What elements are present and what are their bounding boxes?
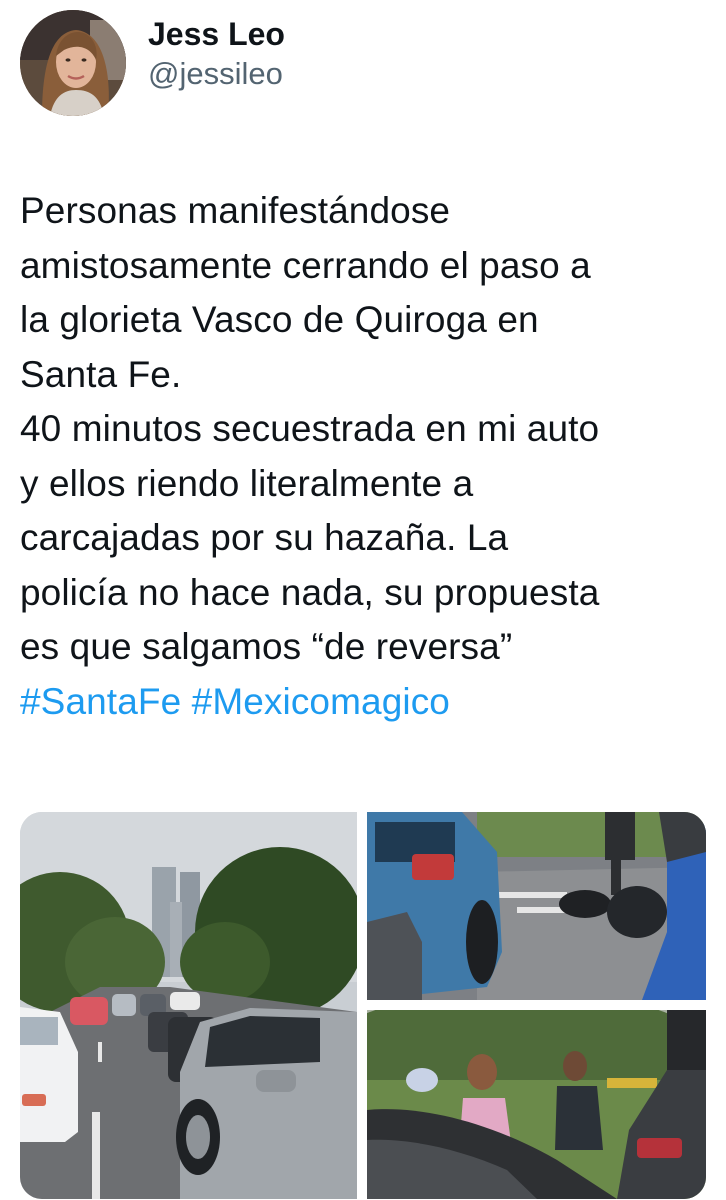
user-names: Jess Leo @jessileo — [148, 14, 285, 94]
traffic-jam-photo-icon — [20, 812, 357, 1199]
tweet-text: Personas manifestándose amistosamente ce… — [20, 184, 710, 729]
display-name[interactable]: Jess Leo — [148, 14, 285, 54]
tweet-line: carcajadas por su hazaña. La — [20, 517, 509, 558]
tweet-line: 40 minutos secuestrada en mi auto — [20, 408, 600, 449]
media-grid — [20, 812, 706, 1199]
tweet-header: Jess Leo @jessileo — [20, 10, 285, 116]
tweet-line: Personas manifestándose — [20, 190, 451, 231]
tweet-line: amistosamente cerrando el paso a — [20, 244, 591, 286]
tweet-line: es que salgamos “de reversa” — [20, 626, 513, 667]
user-handle[interactable]: @jessileo — [148, 54, 285, 94]
hashtag-line: #SantaFe #Mexicomagico — [20, 675, 710, 730]
hashtag-mexicomagico[interactable]: #Mexicomagico — [192, 681, 450, 722]
hashtag-santafe[interactable]: #SantaFe — [20, 681, 181, 722]
tweet-line: y ellos riendo literalmente a — [20, 462, 474, 504]
tweet-line: policía no hace nada, su propuesta — [20, 571, 600, 613]
avatar[interactable] — [20, 10, 126, 116]
blocked-roundabout-photo-icon — [367, 812, 706, 1000]
blocked-roundabout-photo[interactable] — [367, 812, 706, 1000]
tweet-line: la glorieta Vasco de Quiroga en — [20, 299, 539, 340]
traffic-jam-photo[interactable] — [20, 812, 357, 1199]
protesters-photo[interactable] — [367, 1010, 706, 1199]
profile-photo-icon — [20, 10, 126, 116]
protesters-photo-icon — [367, 1010, 706, 1199]
tweet-line: Santa Fe. — [20, 353, 182, 395]
